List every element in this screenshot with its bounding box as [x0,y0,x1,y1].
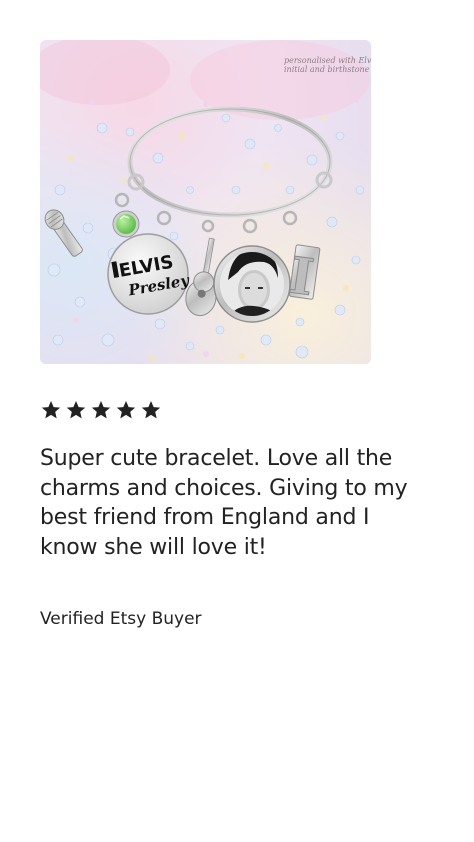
review-text: Super cute bracelet. Love all the charms… [40,446,408,560]
star-icon [141,401,161,419]
reviewer-name: Verified Etsy Buyer [40,609,202,629]
watermark-line-1: personalised with Elvis [284,56,371,65]
star-rating [40,399,162,421]
watermark-line-2: initial and birthstone [284,65,370,74]
product-photo: ELVIS Presley I personalised with Elvis … [40,40,371,364]
star-icon [41,401,61,419]
star-icon [91,401,111,419]
image-watermark: personalised with Elvis initial and birt… [284,56,371,74]
star-icon [116,401,136,419]
bracelet-image: ELVIS Presley I [40,40,371,364]
star-icon [66,401,86,419]
